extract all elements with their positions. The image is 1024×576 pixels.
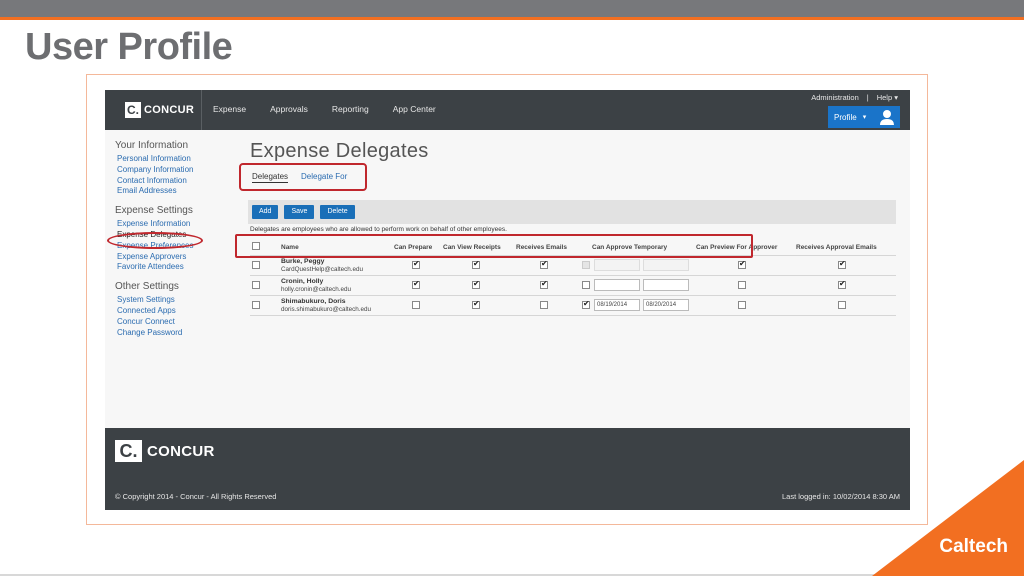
concur-logo-icon: C. <box>115 440 142 462</box>
can-view-receipts-checkbox[interactable] <box>472 279 480 289</box>
can-approve-temporary-checkbox[interactable] <box>582 261 590 269</box>
sidebar-item-connected-apps[interactable]: Connected Apps <box>115 306 215 317</box>
can-view-receipts-checkbox[interactable] <box>472 299 480 309</box>
end-date-input[interactable] <box>643 259 689 271</box>
delegate-email: holly.cronin@caltech.edu <box>281 286 351 293</box>
slide: User Profile C. CONCUR Expense Approvals… <box>0 0 1024 576</box>
footer: C. CONCUR © Copyright 2014 - Concur - Al… <box>105 428 910 510</box>
receives-approval-emails-checkbox[interactable] <box>838 279 846 289</box>
add-button[interactable]: Add <box>252 205 279 219</box>
can-prepare-checkbox[interactable] <box>412 279 420 289</box>
receives-emails-checkbox[interactable] <box>540 279 548 289</box>
caltech-logo: Caltech <box>939 536 1008 557</box>
save-button[interactable]: Save <box>284 205 315 219</box>
can-preview-checkbox[interactable] <box>738 301 746 309</box>
nav-divider <box>201 90 202 130</box>
footer-logo: C. CONCUR <box>115 440 215 462</box>
row-select-checkbox[interactable] <box>252 261 260 269</box>
receives-emails-checkbox[interactable] <box>540 259 548 269</box>
can-preview-checkbox[interactable] <box>738 259 746 269</box>
can-preview-checkbox[interactable] <box>738 281 746 289</box>
nav-approvals[interactable]: Approvals <box>270 104 308 114</box>
sidebar-item-concur-connect[interactable]: Concur Connect <box>115 317 215 328</box>
copyright: © Copyright 2014 - Concur - All Rights R… <box>115 492 277 501</box>
receives-approval-emails-checkbox[interactable] <box>838 259 846 269</box>
row-select-checkbox[interactable] <box>252 301 260 309</box>
can-prepare-checkbox[interactable] <box>412 259 420 269</box>
nav-app-center[interactable]: App Center <box>393 104 436 114</box>
concur-app: C. CONCUR Expense Approvals Reporting Ap… <box>105 90 910 510</box>
delegate-name: Cronin, Holly <box>281 278 324 285</box>
slide-title: User Profile <box>25 26 233 68</box>
help-menu[interactable]: Help ▾ <box>877 93 898 102</box>
nav-menu: Expense Approvals Reporting App Center <box>213 104 460 114</box>
top-nav: C. CONCUR Expense Approvals Reporting Ap… <box>105 90 910 130</box>
nav-expense[interactable]: Expense <box>213 104 246 114</box>
table-row: Burke, Peggy CardQuestHelp@caltech.edu <box>250 256 896 276</box>
sidebar-group-other-settings: Other Settings System Settings Connected… <box>115 281 215 338</box>
receives-emails-checkbox[interactable] <box>540 301 548 309</box>
user-avatar-icon <box>880 110 894 125</box>
concur-logo-text: CONCUR <box>144 104 195 116</box>
sidebar-item-contact-information[interactable]: Contact Information <box>115 176 215 187</box>
can-view-receipts-checkbox[interactable] <box>472 259 480 269</box>
sidebar-group-your-information: Your Information Personal Information Co… <box>115 140 215 197</box>
delegate-email: doris.shimabukuro@caltech.edu <box>281 306 372 313</box>
concur-logo[interactable]: C. CONCUR <box>125 102 194 118</box>
sidebar-item-email-addresses[interactable]: Email Addresses <box>115 186 215 197</box>
concur-logo-icon: C. <box>125 102 141 118</box>
sidebar-item-change-password[interactable]: Change Password <box>115 328 215 339</box>
sidebar-item-expense-information[interactable]: Expense Information <box>115 219 215 230</box>
delegate-name: Burke, Peggy <box>281 258 325 265</box>
row-select-checkbox[interactable] <box>252 281 260 289</box>
receives-approval-emails-checkbox[interactable] <box>838 301 846 309</box>
description: Delegates are employees who are allowed … <box>250 226 507 233</box>
end-date-input[interactable]: 08/20/2014 <box>643 299 689 311</box>
annotation-box-tabs <box>239 163 367 191</box>
main-content: Expense Delegates Delegates Delegate For… <box>239 140 900 316</box>
chevron-down-icon: ▾ <box>862 114 867 121</box>
utility-separator: | <box>866 93 869 102</box>
top-band <box>0 0 1024 17</box>
sidebar-heading: Expense Settings <box>115 205 193 217</box>
brand-corner <box>872 460 1024 576</box>
can-approve-temporary-checkbox[interactable] <box>582 299 590 309</box>
top-accent-line <box>0 17 1024 20</box>
can-approve-temporary-checkbox[interactable] <box>582 281 590 289</box>
administration-link[interactable]: Administration <box>811 93 859 102</box>
annotation-box-columns <box>235 234 753 258</box>
footer-logo-text: CONCUR <box>147 442 215 460</box>
sidebar-item-system-settings[interactable]: System Settings <box>115 295 215 306</box>
profile-label: Profile <box>834 112 857 122</box>
delegate-email: CardQuestHelp@caltech.edu <box>281 266 363 273</box>
start-date-input[interactable] <box>594 279 640 291</box>
sidebar-item-personal-information[interactable]: Personal Information <box>115 154 215 165</box>
end-date-input[interactable] <box>643 279 689 291</box>
delegate-name: Shimabukuro, Doris <box>281 298 346 305</box>
annotation-circle <box>107 232 203 249</box>
profile-button[interactable]: Profile ▾ <box>828 106 900 128</box>
start-date-input[interactable]: 08/19/2014 <box>594 299 640 311</box>
start-date-input[interactable] <box>594 259 640 271</box>
utility-links: Administration | Help ▾ <box>811 93 898 102</box>
can-prepare-checkbox[interactable] <box>412 301 420 309</box>
toolbar: Add Save Delete <box>248 200 896 224</box>
sidebar-heading: Other Settings <box>115 281 179 293</box>
sidebar: Your Information Personal Information Co… <box>107 140 215 346</box>
page-title: Expense Delegates <box>250 140 429 162</box>
sidebar-item-expense-approvers[interactable]: Expense Approvers <box>115 252 215 263</box>
sidebar-item-favorite-attendees[interactable]: Favorite Attendees <box>115 262 215 273</box>
sidebar-item-company-information[interactable]: Company Information <box>115 165 215 176</box>
col-receives-approval-emails: Receives Approval Emails <box>796 244 877 251</box>
table-row: Shimabukuro, Doris doris.shimabukuro@calt… <box>250 296 896 316</box>
table-row: Cronin, Holly holly.cronin@caltech.edu <box>250 276 896 296</box>
delete-button[interactable]: Delete <box>320 205 355 219</box>
sidebar-heading: Your Information <box>115 140 189 151</box>
nav-reporting[interactable]: Reporting <box>332 104 369 114</box>
